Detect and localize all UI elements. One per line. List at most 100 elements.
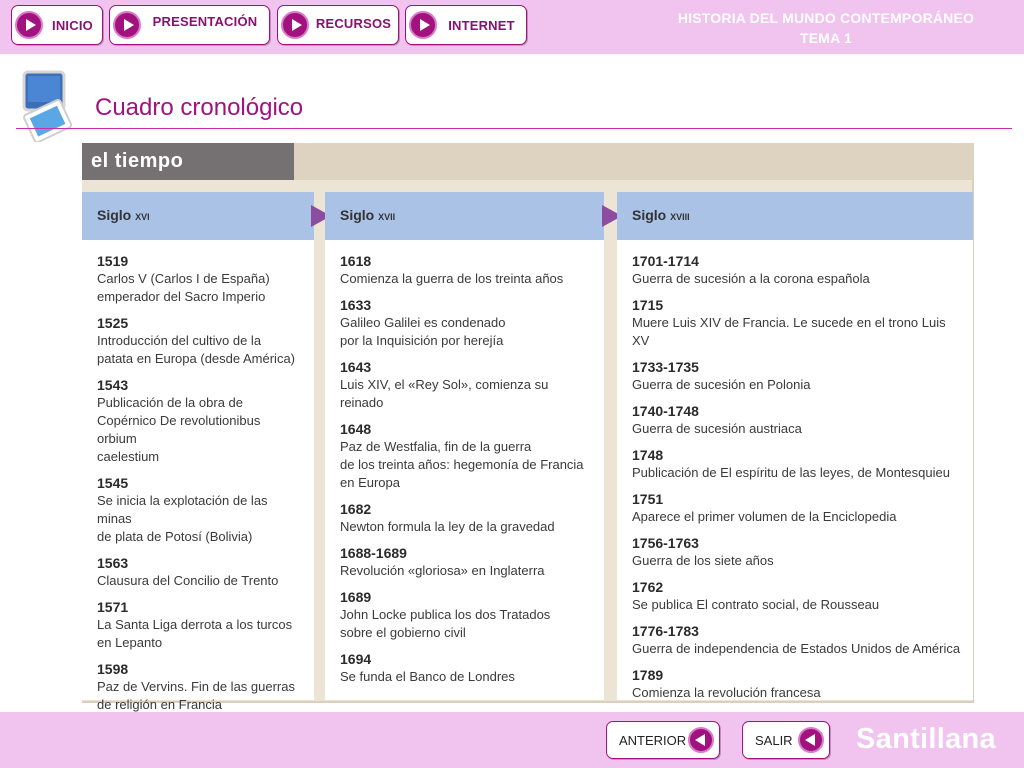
- timeline-event: 1756-1763 Guerra de los siete años: [632, 534, 961, 570]
- card-tab: el tiempo: [82, 143, 294, 180]
- timeline-event: 1682 Newton formula la ley de la gravedad: [340, 500, 592, 536]
- timeline-event: 1733-1735 Guerra de sucesión en Polonia: [632, 358, 961, 394]
- play-circle-icon: [113, 11, 141, 39]
- salir-label: SALIR: [755, 732, 793, 748]
- event-year: 1545: [97, 475, 129, 491]
- timeline-event: 1688-1689 Revolución «gloriosa» en Inglat…: [340, 544, 592, 580]
- event-year: 1618: [340, 253, 372, 269]
- event-description: Se inicia la explotación de las minas de…: [97, 493, 268, 544]
- event-year: 1571: [97, 599, 129, 615]
- course-title-line1: HISTORIA DEL MUNDO CONTEMPORÁNEO: [677, 10, 975, 26]
- timeline-event: 1545 Se inicia la explotación de las mina…: [97, 474, 302, 546]
- century-numeral: xviii: [670, 208, 690, 223]
- event-year: 1715: [632, 297, 664, 313]
- event-year: 1701-1714: [632, 253, 699, 269]
- anterior-label: ANTERIOR: [619, 732, 687, 748]
- timeline-event: 1789 Comienza la revolución francesa: [632, 666, 961, 702]
- event-year: 1748: [632, 447, 664, 463]
- salir-button[interactable]: SALIR: [742, 721, 830, 759]
- event-description: Guerra de independencia de Estados Unido…: [632, 641, 961, 656]
- event-description: Galileo Galilei es condenado por la Inqu…: [340, 315, 506, 348]
- inicio-label: INICIO: [52, 17, 93, 33]
- event-year: 1756-1763: [632, 535, 699, 551]
- timeline-event: 1598 Paz de Vervins. Fin de las guerras d…: [97, 660, 302, 714]
- timeline-event: 1571 La Santa Liga derrota a los turcos e…: [97, 598, 302, 652]
- internet-button[interactable]: INTERNET: [405, 5, 527, 45]
- top-navigation-bar: INICIO PRESENTACIÓN RECURSOS INTERNET HI…: [0, 0, 1024, 54]
- event-description: Se funda el Banco de Londres: [340, 669, 515, 684]
- events-list: 1519 Carlos V (Carlos I de España) empera…: [82, 240, 314, 714]
- title-divider: [16, 128, 1012, 129]
- events-list: 1701-1714 Guerra de sucesión a la corona …: [617, 240, 973, 702]
- event-year: 1740-1748: [632, 403, 699, 419]
- century-numeral: xvii: [378, 208, 396, 223]
- century-header: Siglo xvi: [82, 192, 314, 240]
- play-circle-icon: [15, 11, 43, 39]
- event-description: Muere Luis XIV de Francia. Le sucede en …: [632, 315, 946, 348]
- anterior-button[interactable]: ANTERIOR: [606, 721, 720, 759]
- timeline-event: 1618 Comienza la guerra de los treinta añ…: [340, 252, 592, 288]
- event-year: 1633: [340, 297, 372, 313]
- century-label: Siglo: [632, 207, 667, 223]
- timeline-event: 1715 Muere Luis XIV de Francia. Le sucede…: [632, 296, 961, 350]
- timeline-event: 1740-1748 Guerra de sucesión austriaca: [632, 402, 961, 438]
- event-description: Luis XIV, el «Rey Sol», comienza su rein…: [340, 377, 549, 410]
- event-description: Introducción del cultivo de la patata en…: [97, 333, 296, 366]
- event-description: John Locke publica los dos Tratados sobr…: [340, 607, 551, 640]
- century-column-xviii: Siglo xviii 1701-1714 Guerra de sucesión …: [617, 192, 973, 700]
- timeline-card: el tiempo Siglo xvi 1519 Carlos V (Carlos…: [82, 143, 974, 712]
- course-title: HISTORIA DEL MUNDO CONTEMPORÁNEO TEMA 1: [646, 8, 1006, 48]
- timeline-event: 1776-1783 Guerra de independencia de Esta…: [632, 622, 961, 658]
- timeline-event: 1694 Se funda el Banco de Londres: [340, 650, 592, 686]
- timeline-event: 1633 Galileo Galilei es condenado por la …: [340, 296, 592, 350]
- event-description: La Santa Liga derrota a los turcos en Le…: [97, 617, 293, 650]
- event-year: 1648: [340, 421, 372, 437]
- century-label: Siglo: [340, 207, 375, 223]
- event-description: Publicación de la obra de Copérnico De r…: [97, 395, 261, 464]
- timeline-event: 1563 Clausura del Concilio de Trento: [97, 554, 302, 590]
- event-description: Comienza la revolución francesa: [632, 685, 821, 700]
- event-year: 1751: [632, 491, 664, 507]
- event-year: 1525: [97, 315, 129, 331]
- timeline-event: 1701-1714 Guerra de sucesión a la corona …: [632, 252, 961, 288]
- century-column-xvi: Siglo xvi 1519 Carlos V (Carlos I de Espa…: [82, 192, 314, 712]
- event-description: Publicación de El espíritu de las leyes,…: [632, 465, 950, 480]
- slides-icon: [22, 70, 73, 142]
- timeline-event: 1519 Carlos V (Carlos I de España) empera…: [97, 252, 302, 306]
- event-year: 1543: [97, 377, 129, 393]
- timeline-event: 1643 Luis XIV, el «Rey Sol», comienza su …: [340, 358, 592, 412]
- event-year: 1598: [97, 661, 129, 677]
- event-description: Clausura del Concilio de Trento: [97, 573, 279, 588]
- presentacion-label: PRESENTACIÓN: [152, 13, 258, 29]
- event-description: Guerra de sucesión austriaca: [632, 421, 802, 436]
- timeline-event: 1762 Se publica El contrato social, de Ro…: [632, 578, 961, 614]
- event-year: 1694: [340, 651, 372, 667]
- timeline-event: 1689 John Locke publica los dos Tratados …: [340, 588, 592, 642]
- back-circle-icon: [798, 727, 824, 753]
- event-year: 1643: [340, 359, 372, 375]
- event-description: Guerra de los siete años: [632, 553, 774, 568]
- century-header: Siglo xvii: [325, 192, 604, 240]
- event-description: Aparece el primer volumen de la Enciclop…: [632, 509, 897, 524]
- event-year: 1682: [340, 501, 372, 517]
- internet-label: INTERNET: [448, 17, 515, 33]
- event-description: Paz de Westfalia, fin de la guerra de lo…: [340, 439, 584, 490]
- events-list: 1618 Comienza la guerra de los treinta añ…: [325, 240, 604, 686]
- recursos-label: RECURSOS: [315, 15, 392, 31]
- recursos-button[interactable]: RECURSOS: [277, 5, 399, 45]
- timeline-event: 1748 Publicación de El espíritu de las le…: [632, 446, 961, 482]
- inicio-button[interactable]: INICIO: [11, 5, 103, 45]
- event-description: Se publica El contrato social, de Rousse…: [632, 597, 880, 612]
- timeline-event: 1543 Publicación de la obra de Copérnico …: [97, 376, 302, 466]
- presentacion-button[interactable]: PRESENTACIÓN: [109, 5, 270, 45]
- event-year: 1563: [97, 555, 129, 571]
- event-description: Newton formula la ley de la gravedad: [340, 519, 555, 534]
- play-circle-icon: [281, 11, 309, 39]
- century-numeral: xvi: [135, 208, 150, 223]
- course-title-line2: TEMA 1: [799, 30, 853, 46]
- brand-logo: Santillana: [856, 723, 996, 755]
- century-label: Siglo: [97, 207, 132, 223]
- event-year: 1733-1735: [632, 359, 699, 375]
- event-year: 1519: [97, 253, 129, 269]
- timeline-event: 1525 Introducción del cultivo de la patat…: [97, 314, 302, 368]
